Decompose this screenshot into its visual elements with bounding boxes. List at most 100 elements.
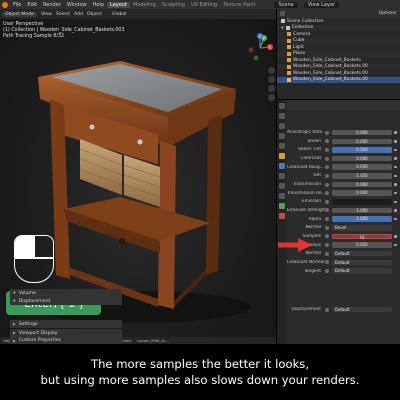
zoom-icon[interactable] [268,67,275,74]
keyframe-dot-icon[interactable] [394,131,397,134]
clearcoat-roughness-field[interactable]: 0.030 [332,164,392,170]
socket-icon[interactable] [325,217,329,222]
socket-icon[interactable] [325,165,329,170]
socket-icon[interactable] [325,225,329,230]
menu-render[interactable]: Render [40,2,64,8]
properties-search-bar[interactable] [286,100,400,110]
constraints-tab-icon[interactable] [278,193,285,199]
section-custom-properties[interactable]: ▶ Custom Properties [10,337,122,344]
collapse-triangle-icon: ▶ [13,322,16,326]
ior-field[interactable]: 1.450 [332,173,392,179]
grid-icon[interactable] [268,94,275,101]
menu-help[interactable]: Help [90,2,107,8]
keyframe-dot-icon[interactable] [394,183,397,186]
particles-tab-icon[interactable] [278,173,285,179]
transmission-field[interactable]: 0.000 [332,181,392,188]
material-tab-icon[interactable] [278,213,285,219]
data-tab-icon[interactable] [278,203,285,209]
socket-icon[interactable] [325,208,329,213]
normal-bevel-field[interactable]: Bevel [332,225,392,231]
keyframe-dot-icon[interactable] [394,200,397,204]
prop-row-clearcoat-roughness: Clearcoat Roug... 0.030 [287,164,399,171]
socket-icon[interactable] [325,260,329,265]
keyframe-dot-icon[interactable] [394,243,397,247]
displacement-value[interactable]: Default [332,306,392,313]
radius-field[interactable]: 0.050 [332,242,392,248]
output-tab-icon[interactable] [278,123,285,129]
sheen-tint-field[interactable]: 0.500 [332,147,392,153]
socket-icon[interactable] [325,130,329,135]
tab-texture-paint[interactable]: Texture Paint [220,2,258,8]
caption-line-1: The more samples the better it looks, [90,357,310,371]
section-volume[interactable]: ▼ Volume [10,289,122,297]
blender-logo-icon[interactable] [2,1,8,8]
tangent-field[interactable]: Default [332,268,392,274]
socket-icon[interactable] [325,243,329,248]
normal-field[interactable]: Default [332,250,392,257]
socket-icon[interactable] [325,199,329,204]
menu-file[interactable]: File [10,2,24,8]
keyframe-dot-icon[interactable] [394,165,397,169]
anisotropic-rotation-field[interactable]: 0.000 [332,129,392,136]
physics-tab-icon[interactable] [278,183,285,189]
keyframe-dot-icon[interactable] [394,148,397,152]
clearcoat-normal-field[interactable]: Default [332,259,392,266]
socket-icon[interactable] [325,147,329,152]
tab-sculpting[interactable]: Sculpting [159,2,188,8]
keyframe-dot-icon[interactable] [394,174,397,178]
camera-view-icon[interactable] [268,85,275,92]
socket-icon[interactable] [325,139,329,144]
prop-label: Clearcoat Normal [287,259,325,265]
emission-field[interactable] [332,199,392,205]
clearcoat-field[interactable]: 0.000 [332,155,392,162]
prop-label: Tangent [303,268,321,274]
samples-field[interactable]: 16 [332,233,392,240]
mesh-icon [287,71,291,76]
socket-icon[interactable] [325,182,329,187]
transmission-roughness-field[interactable]: 0.000 [332,190,392,196]
scene-selector[interactable]: Scene [274,1,298,8]
outliner-filter-icon[interactable] [280,11,285,16]
socket-icon[interactable] [325,269,329,274]
section-displacement[interactable]: ▼ Displacement [10,297,122,305]
mesh-icon [287,58,291,63]
mesh-icon [287,38,291,43]
alpha-field[interactable]: 1.000 [332,216,392,222]
section-viewport-display[interactable]: ▶ Viewport Display [10,329,122,337]
socket-icon[interactable] [325,251,329,256]
keyframe-dot-icon[interactable] [394,235,397,238]
navigation-gizmo[interactable]: X Y Z [246,33,274,63]
collapse-triangle-icon: ▶ [13,331,16,335]
section-settings[interactable]: ▶ Settings [10,320,122,328]
expand-triangle-icon[interactable]: ▼ [281,26,284,30]
socket-icon[interactable] [325,173,329,178]
pan-hand-icon[interactable] [268,76,275,83]
keyframe-dot-icon[interactable] [394,209,397,212]
outliner-options-button[interactable]: Options [379,11,396,16]
sheen-field[interactable]: 0.000 [332,138,392,145]
render-tab-icon[interactable] [278,113,285,119]
keyframe-dot-icon[interactable] [394,157,397,160]
socket-icon[interactable] [325,307,329,312]
menu-edit[interactable]: Edit [24,2,40,8]
tab-modeling[interactable]: Modeling [130,2,159,8]
keyframe-dot-icon[interactable] [394,191,397,195]
keyframe-dot-icon[interactable] [394,140,397,143]
object-tab-icon[interactable] [278,153,285,159]
scene-tab-icon[interactable] [278,133,285,139]
modifier-tab-icon[interactable] [278,163,285,169]
tab-layout[interactable]: Layout [107,1,130,8]
view-layer-selector[interactable]: View Layer [303,1,340,8]
prop-row-sheen: Sheen 0.000 [287,138,399,145]
keyframe-dot-icon[interactable] [394,217,397,221]
socket-icon[interactable] [325,191,329,196]
emission-strength-field[interactable]: 1.000 [332,207,392,214]
socket-icon[interactable] [325,234,329,239]
menu-window[interactable]: Window [64,2,90,8]
tool-tab-icon[interactable] [278,103,285,109]
prop-label: Sheen Tint [298,147,321,153]
socket-icon[interactable] [325,156,329,161]
world-tab-icon[interactable] [278,143,285,149]
outliner-row-object-selected[interactable]: Wooden_Side_Cabinet_Baskets.00 [277,76,400,83]
tab-uv-editing[interactable]: UV Editing [188,2,220,8]
